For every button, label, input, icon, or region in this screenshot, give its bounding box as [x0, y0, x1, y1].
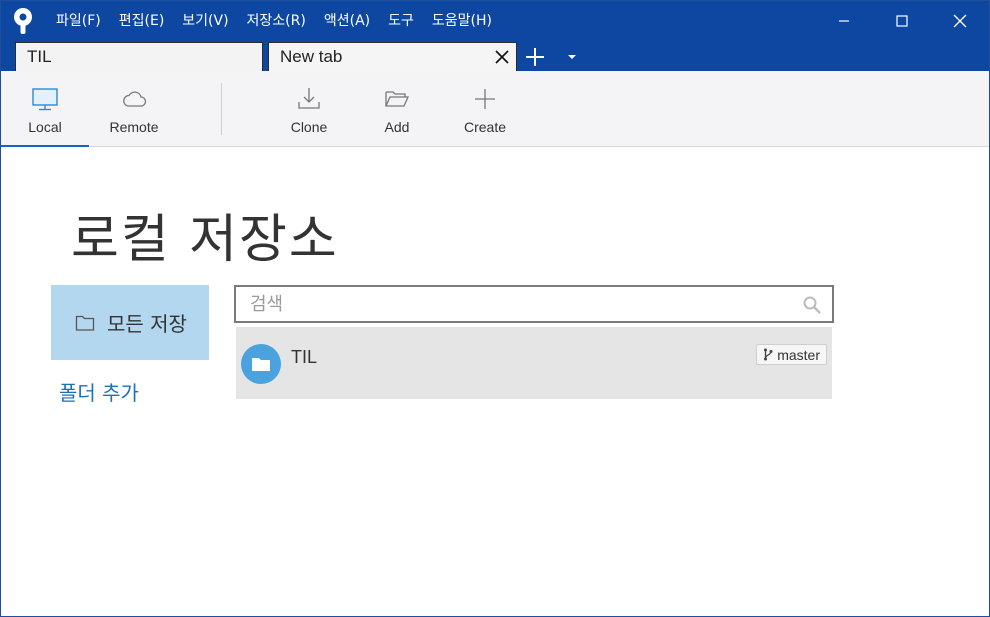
menu-file[interactable]: 파일(F) [47, 1, 110, 41]
local-label: Local [28, 119, 62, 135]
download-icon [298, 88, 320, 109]
app-window: 파일(F) 편집(E) 보기(V) 저장소(R) 액션(A) 도구 도움말(H)… [0, 0, 990, 617]
monitor-icon [32, 88, 58, 111]
menu-bar: 파일(F) 편집(E) 보기(V) 저장소(R) 액션(A) 도구 도움말(H) [47, 1, 501, 41]
close-icon [953, 14, 967, 28]
menu-repository[interactable]: 저장소(R) [238, 1, 315, 41]
add-button[interactable]: Add [357, 71, 437, 147]
sourcetree-logo-icon [14, 8, 32, 34]
cloud-icon [123, 91, 147, 107]
repository-name: TIL [291, 347, 318, 367]
page-title: 로컬 저장소 [71, 210, 339, 270]
maximize-icon [896, 15, 908, 27]
tab-dropdown-icon[interactable] [563, 47, 581, 65]
close-tab-icon[interactable] [494, 49, 510, 65]
tab-til[interactable]: TIL [15, 42, 263, 71]
menu-help[interactable]: 도움말(H) [423, 1, 501, 41]
add-label: Add [384, 119, 410, 135]
clone-button[interactable]: Clone [269, 71, 349, 147]
repository-list-item[interactable]: TIL master [236, 327, 832, 399]
local-button[interactable]: Local [1, 71, 89, 147]
tab-new-tab[interactable]: New tab [268, 42, 517, 71]
menu-view[interactable]: 보기(V) [173, 1, 237, 41]
menu-edit[interactable]: 편집(E) [110, 1, 174, 41]
title-bar: 파일(F) 편집(E) 보기(V) 저장소(R) 액션(A) 도구 도움말(H) [1, 1, 989, 41]
branch-name: master [777, 346, 820, 363]
sidebar-item-label: 모든 저장 [107, 312, 187, 336]
clone-label: Clone [290, 119, 328, 135]
folder-icon [252, 358, 270, 371]
minimize-button[interactable] [815, 1, 873, 41]
tab-strip: TIL New tab [1, 41, 989, 71]
tab-new-tab-label: New tab [280, 47, 343, 66]
search-box [234, 285, 834, 323]
create-label: Create [463, 119, 507, 135]
menu-actions[interactable]: 액션(A) [315, 1, 379, 41]
toolbar-divider [221, 83, 222, 135]
add-folder-link[interactable]: 폴더 추가 [59, 377, 139, 406]
remote-button[interactable]: Remote [91, 71, 177, 147]
plus-icon [475, 89, 495, 109]
remote-label: Remote [109, 119, 159, 135]
tab-til-label: TIL [27, 47, 52, 66]
create-button[interactable]: Create [445, 71, 525, 147]
close-window-button[interactable] [931, 1, 989, 41]
search-icon[interactable] [802, 295, 822, 315]
window-controls [815, 1, 989, 41]
branch-icon [764, 348, 773, 361]
maximize-button[interactable] [873, 1, 931, 41]
menu-tools[interactable]: 도구 [379, 1, 423, 41]
repository-avatar [241, 344, 281, 384]
folder-icon [75, 315, 95, 331]
add-tab-icon[interactable] [523, 45, 547, 69]
toolbar: Local Remote Clone Add Create [1, 71, 989, 147]
branch-badge: master [756, 344, 827, 365]
minimize-icon [839, 20, 849, 22]
search-input[interactable] [250, 291, 790, 317]
open-folder-icon [385, 91, 410, 107]
sidebar-item-all-repositories[interactable]: 모든 저장 [51, 285, 209, 360]
